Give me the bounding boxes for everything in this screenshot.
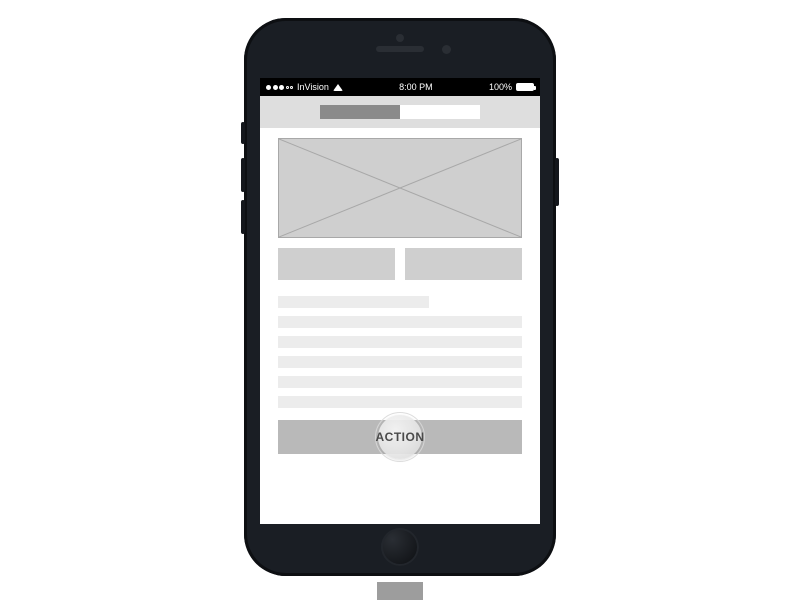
text-line: [278, 296, 429, 308]
clock: 8:00 PM: [399, 82, 433, 92]
battery-percent: 100%: [489, 82, 512, 92]
mute-switch[interactable]: [241, 122, 245, 144]
earpiece-speaker: [376, 46, 424, 52]
thumbnail-row: [278, 248, 522, 280]
tab-inactive[interactable]: [400, 105, 480, 119]
battery-icon: [516, 83, 534, 91]
proximity-sensor: [396, 34, 404, 42]
header-bar: [260, 96, 540, 128]
cropped-toolbar: [377, 582, 423, 600]
wifi-icon: [333, 83, 343, 91]
app-content: ACTION: [260, 96, 540, 524]
segmented-control: [320, 105, 480, 119]
text-line: [278, 316, 522, 328]
tab-active[interactable]: [320, 105, 400, 119]
text-line: [278, 356, 522, 368]
text-line: [278, 376, 522, 388]
thumbnail-right: [405, 248, 522, 280]
hero-image-placeholder: [278, 138, 522, 238]
text-line: [278, 336, 522, 348]
status-left: InVision: [266, 82, 343, 92]
status-bar: InVision 8:00 PM 100%: [260, 78, 540, 96]
screen: InVision 8:00 PM 100%: [260, 78, 540, 524]
front-camera: [442, 45, 451, 54]
action-button[interactable]: ACTION: [278, 420, 522, 454]
phone-frame: InVision 8:00 PM 100%: [244, 18, 556, 576]
scroll-content: ACTION: [260, 128, 540, 524]
home-button[interactable]: [381, 528, 419, 566]
text-line: [278, 396, 522, 408]
status-right: 100%: [489, 82, 534, 92]
text-block: [278, 296, 522, 408]
action-button-label: ACTION: [376, 430, 425, 444]
volume-up-button[interactable]: [241, 158, 245, 192]
power-button[interactable]: [555, 158, 559, 206]
thumbnail-left: [278, 248, 395, 280]
volume-down-button[interactable]: [241, 200, 245, 234]
signal-strength-icon: [266, 85, 293, 90]
carrier-label: InVision: [297, 82, 329, 92]
